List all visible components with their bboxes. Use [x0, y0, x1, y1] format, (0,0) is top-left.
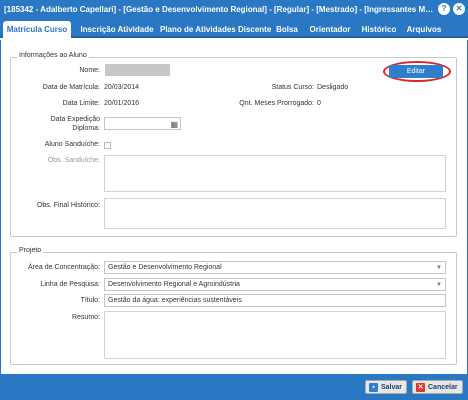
- window-title: [185342 - Adalberto Capellari] - [Gestão…: [4, 5, 434, 14]
- aluno-legend: Informações ao Aluno: [17, 52, 89, 59]
- nome-label: Nome:: [79, 67, 100, 74]
- cancel-icon: ✕: [416, 383, 425, 392]
- meses-prorrogado-label: Qnt. Meses Prorrogado:: [239, 100, 314, 107]
- tab-bolsa[interactable]: Bolsa: [272, 21, 302, 38]
- area-concentracao-select[interactable]: Gestão e Desenvolvimento Regional ▼: [104, 261, 446, 274]
- data-matricula-label: Data de Matrícula:: [42, 84, 100, 91]
- linha-pesquisa-label: Linha de Pesquisa:: [40, 281, 100, 288]
- data-matricula-value: 20/03/2014: [104, 84, 140, 91]
- data-limite-value: 20/01/2016: [104, 100, 140, 107]
- titulo-value: Gestão da água: experiências sustentávei…: [108, 297, 242, 304]
- cancelar-button[interactable]: ✕ Cancelar: [412, 380, 463, 394]
- aluno-sanduiche-checkbox[interactable]: [104, 142, 111, 149]
- editar-button[interactable]: Editar: [389, 65, 443, 78]
- window-titlebar: [185342 - Adalberto Capellari] - [Gestão…: [0, 0, 468, 19]
- close-icon[interactable]: ✕: [453, 3, 465, 15]
- projeto-legend: Projeto: [17, 247, 44, 254]
- tab-bar: Matrícula Curso Inscrição Atividade Plan…: [0, 19, 468, 38]
- aluno-sanduiche-label: Aluno Sanduíche:: [44, 141, 100, 148]
- calendar-icon[interactable]: ▦: [170, 119, 178, 129]
- linha-pesquisa-value: Desenvolvimento Regional e Agroindústria: [108, 281, 240, 288]
- status-curso-value: Desligado: [317, 84, 349, 91]
- data-expedicao-label-line1: Data Expedição: [50, 116, 100, 123]
- resumo-textarea[interactable]: [104, 311, 446, 359]
- tab-historico[interactable]: Histórico: [358, 21, 400, 38]
- data-expedicao-label-line2: Diploma:: [72, 125, 100, 132]
- obs-final-textarea[interactable]: [104, 198, 446, 229]
- chevron-down-icon[interactable]: ▼: [436, 280, 442, 290]
- linha-pesquisa-select[interactable]: Desenvolvimento Regional e Agroindústria…: [104, 278, 446, 291]
- nome-value-redacted: [105, 64, 170, 76]
- resumo-label: Resumo:: [71, 314, 100, 321]
- help-icon[interactable]: ?: [438, 3, 450, 15]
- titulo-input[interactable]: Gestão da água: experiências sustentávei…: [104, 294, 446, 307]
- chevron-down-icon[interactable]: ▼: [436, 263, 442, 273]
- titulo-label: Título:: [80, 297, 100, 304]
- area-concentracao-label: Área de Concentração:: [28, 264, 100, 271]
- obs-sanduiche-textarea[interactable]: [104, 155, 446, 192]
- obs-final-label: Obs. Final Histórico:: [36, 202, 100, 209]
- footer-bar: ▪ Salvar ✕ Cancelar: [0, 374, 468, 400]
- tab-inscricao-atividade[interactable]: Inscrição Atividade: [76, 21, 158, 38]
- tab-arquivos[interactable]: Arquivos: [404, 21, 444, 38]
- tab-matricula-curso[interactable]: Matrícula Curso: [3, 21, 71, 38]
- salvar-button[interactable]: ▪ Salvar: [365, 380, 408, 394]
- obs-sanduiche-label: Obs. Sanduíche:: [47, 157, 100, 164]
- area-concentracao-value: Gestão e Desenvolvimento Regional: [108, 264, 222, 271]
- data-expedicao-input[interactable]: ▦: [104, 117, 181, 130]
- salvar-label: Salvar: [381, 384, 403, 391]
- data-limite-label: Data Limite:: [62, 100, 100, 107]
- meses-prorrogado-value: 0: [317, 100, 321, 107]
- tab-plano-atividades[interactable]: Plano de Atividades Discente: [160, 21, 271, 38]
- tab-orientador[interactable]: Orientador: [307, 21, 353, 38]
- status-curso-label: Status Curso:: [271, 84, 314, 91]
- cancelar-label: Cancelar: [428, 384, 458, 391]
- save-icon: ▪: [369, 383, 378, 392]
